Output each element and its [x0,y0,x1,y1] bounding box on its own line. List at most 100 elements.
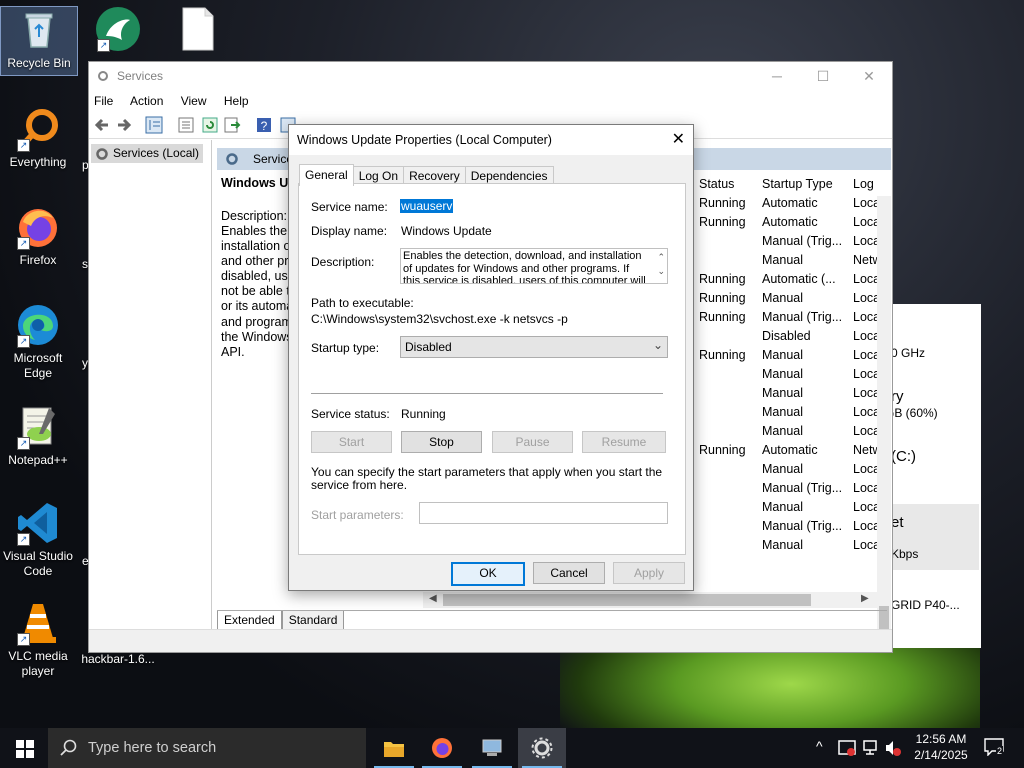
resume-button[interactable]: Resume [582,431,666,453]
desktop-icon-recycle-bin[interactable]: Recycle Bin [0,6,78,76]
scroll-left-icon[interactable]: ◀ [429,593,437,604]
table-row[interactable]: Running Automatic Loca [699,194,880,213]
table-row[interactable]: Manual Loca [699,403,880,422]
desktop-icon-everything[interactable]: ↗ Everything [0,106,76,170]
dialog-titlebar[interactable]: Windows Update Properties (Local Compute… [289,125,693,155]
table-row[interactable]: Manual Netw [699,251,881,270]
vertical-scrollbar[interactable]: ▼ [877,196,891,652]
close-button[interactable]: ✕ [846,62,892,90]
cancel-button[interactable]: Cancel [533,562,605,584]
table-row[interactable]: Manual Loca [699,365,880,384]
help-icon[interactable]: ? [255,116,273,134]
column-header-status[interactable]: Status [699,174,734,194]
table-row[interactable]: Running Automatic Netw [699,441,881,460]
windows-start-icon[interactable] [16,740,34,758]
tab-extended[interactable]: Extended [217,611,282,630]
desktop-icon-label: Firefox [19,253,57,267]
cell-startup-type: Manual [762,348,803,362]
service-status-value: Running [401,407,446,421]
tab-standard[interactable]: Standard [281,611,345,630]
desktop-icon-vlc[interactable]: ↗ VLC media player [0,600,76,679]
taskbar-remote-desktop[interactable] [468,728,516,768]
menu-action[interactable]: Action [130,94,163,108]
start-parameters-input[interactable] [419,502,668,524]
column-header-startup-type[interactable]: Startup Type [762,174,833,194]
desktop-icon-edge[interactable]: ↗ Microsoft Edge [0,302,76,381]
volume-muted-icon[interactable] [884,739,902,757]
table-row[interactable]: Disabled Loca [699,327,880,346]
table-row[interactable]: Running Automatic Loca [699,213,880,232]
services-gear-icon [226,153,238,165]
table-row[interactable]: Manual (Trig... Loca [699,232,880,251]
display-name-value[interactable]: Windows Update [401,224,492,238]
maximize-button[interactable]: ☐ [800,62,846,90]
desktop-icon-app-green[interactable]: ↗ [80,6,156,55]
dialog-close-icon[interactable]: ✕ [672,125,685,155]
table-row[interactable]: Manual Loca [699,422,880,441]
table-row[interactable]: Running Manual Loca [699,346,880,365]
notification-center-button[interactable]: 2 [984,738,1004,757]
description-scroll-icon[interactable]: ⌃ ⌄ [657,250,665,278]
taskbar-firefox[interactable] [418,728,466,768]
pause-button[interactable]: Pause [492,431,573,453]
cell-startup-type: Automatic [762,215,818,229]
desktop-icon-vscode[interactable]: ↗ Visual Studio Code [0,500,76,579]
table-row[interactable]: Running Manual (Trig... Loca [699,308,880,327]
services-titlebar[interactable]: Services ─ ☐ ✕ [89,62,892,90]
cell-status: Running [699,348,746,362]
cell-startup-type: Manual (Trig... [762,234,843,248]
ok-button[interactable]: OK [451,562,525,586]
start-parameters-label: Start parameters: [311,508,404,522]
column-header-log-on-as[interactable]: Log [853,174,874,194]
network-icon[interactable] [862,739,880,757]
console-tree-icon[interactable] [145,116,163,134]
table-row[interactable]: Manual (Trig... Loca [699,479,880,498]
stop-button[interactable]: Stop [401,431,482,453]
security-icon[interactable] [838,739,856,757]
table-row[interactable]: Manual Loca [699,498,880,517]
horizontal-scrollbar[interactable]: ◀ ▶ [423,592,877,608]
table-row[interactable]: Running Automatic (... Loca [699,270,880,289]
description-text: Enables the detection, download, and ins… [403,250,646,284]
refresh-icon[interactable] [201,116,219,134]
service-name-value[interactable]: wuauserv [400,199,454,213]
chevron-up-icon[interactable]: ^ [816,738,823,754]
scrollbar-thumb[interactable] [443,594,811,606]
cell-startup-type: Disabled [762,329,811,343]
taskbar-file-explorer[interactable] [370,728,418,768]
apply-button[interactable]: Apply [613,562,685,584]
path-value[interactable]: C:\Windows\system32\svchost.exe -k netsv… [311,312,568,326]
desktop-icon-notepadpp[interactable]: ↗ Notepad++ [0,404,76,468]
table-row[interactable]: Manual Loca [699,460,880,479]
taskbar-clock[interactable]: 12:56 AM 2/14/2025 [908,731,974,763]
desktop-icon-firefox[interactable]: ↗ Firefox [0,204,76,268]
start-button[interactable]: Start [311,431,392,453]
table-row[interactable]: Manual Loca [699,384,880,403]
properties-icon[interactable] [177,116,195,134]
shortcut-arrow-icon: ↗ [17,139,30,152]
search-icon [60,739,77,756]
menu-file[interactable]: File [94,94,113,108]
menu-help[interactable]: Help [224,94,249,108]
menu-view[interactable]: View [181,94,207,108]
cell-status: Running [699,291,746,305]
forward-arrow-icon[interactable] [115,116,133,134]
export-list-icon[interactable] [223,116,241,134]
desktop-icon-label: Recycle Bin [7,56,71,70]
tree-item-services-local[interactable]: Services (Local) [91,144,203,163]
scroll-right-icon[interactable]: ▶ [861,593,869,604]
desktop-icon-blank-file[interactable] [160,6,236,55]
table-row[interactable]: Manual (Trig... Loca [699,517,880,536]
table-row[interactable]: Running Manual Loca [699,289,880,308]
back-arrow-icon[interactable] [93,116,111,134]
taskbar-search-box[interactable]: Type here to search [48,728,366,768]
startup-type-select[interactable]: Disabled ⌄ [400,336,668,358]
tab-general[interactable]: General [299,164,354,186]
cell-startup-type: Manual [762,291,803,305]
start-parameters-hint: You can specify the start parameters tha… [311,465,663,492]
description-textbox[interactable]: Enables the detection, download, and ins… [400,248,668,284]
minimize-button[interactable]: ─ [754,62,800,90]
desktop-icon-hackbar[interactable]: hackbar-1.6... [78,652,158,667]
taskbar-services[interactable] [518,728,566,768]
table-row[interactable]: Manual Loca [699,536,880,555]
